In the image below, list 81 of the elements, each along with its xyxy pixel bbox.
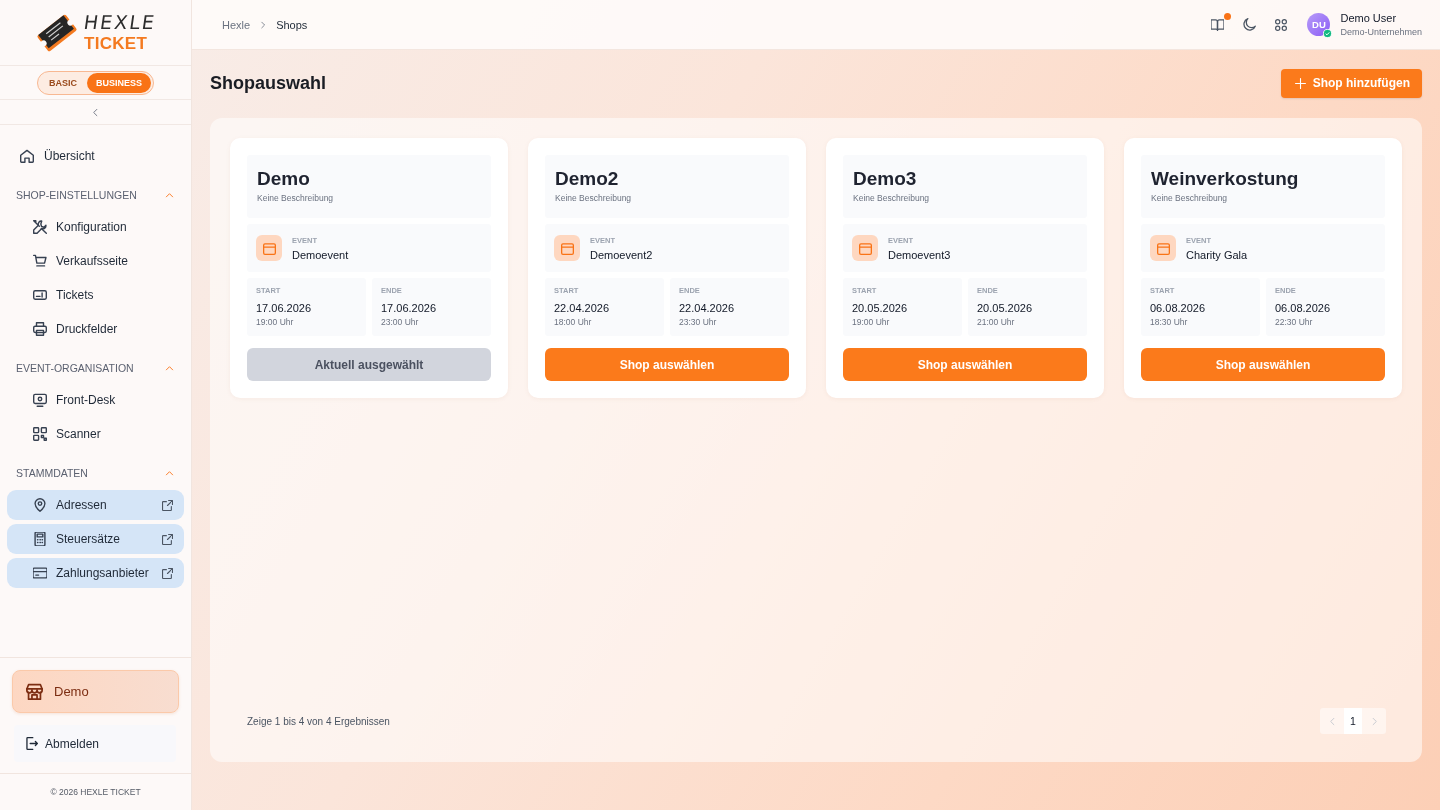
current-shop-indicator[interactable]: Aktuell ausgewählt <box>247 348 491 381</box>
nav-link[interactable]: Verkaufsseite <box>7 246 184 276</box>
monitor-icon <box>33 393 47 407</box>
start-time: 18:00 Uhr <box>554 317 593 327</box>
printer-icon <box>33 322 47 336</box>
chevron-left-icon <box>91 107 100 117</box>
nav-link[interactable]: Zahlungsanbieter <box>7 558 184 588</box>
book-icon <box>1211 18 1225 31</box>
user-name: Demo User <box>1340 12 1398 24</box>
event-name: Charity Gala <box>1186 248 1248 261</box>
calendar-icon <box>256 235 282 261</box>
event-name: Demoevent2 <box>590 248 653 261</box>
start-time: 19:00 Uhr <box>852 317 891 327</box>
results-summary: Zeige 1 bis 4 von 4 Ergebnissen <box>247 715 390 727</box>
end-date: 17.06.2026 <box>381 301 438 315</box>
end-date: 06.08.2026 <box>1275 301 1332 315</box>
section-toggle[interactable]: EVENT-ORGANISATION <box>0 353 191 383</box>
calendar-icon <box>852 235 878 261</box>
end-time: 23:00 Uhr <box>381 317 420 327</box>
user-company: Demo-Unternehmen <box>1340 27 1422 37</box>
start-time: 18:30 Uhr <box>1150 317 1189 327</box>
shop-description: Keine Beschreibung <box>1151 193 1229 203</box>
section-toggle[interactable]: STAMMDATEN <box>0 458 191 488</box>
start-date: 17.06.2026 <box>256 301 313 315</box>
end-time: 23:30 Uhr <box>679 317 718 327</box>
end-time: 22:30 Uhr <box>1275 317 1314 327</box>
chevron-left-icon <box>1327 716 1337 726</box>
qr-code-icon <box>33 427 47 441</box>
shop-name: Demo2 <box>555 167 620 190</box>
shop-description: Keine Beschreibung <box>555 193 633 203</box>
theme-toggle-button[interactable] <box>1241 16 1259 33</box>
credit-card-icon <box>33 566 47 580</box>
brand-name: HEXLE <box>82 13 158 32</box>
shop-description: Keine Beschreibung <box>853 193 931 203</box>
start-time: 19:00 Uhr <box>256 317 295 327</box>
nav-link[interactable]: Front-Desk <box>7 385 184 415</box>
logout-icon <box>25 737 38 750</box>
calendar-icon <box>554 235 580 261</box>
apps-grid-icon <box>1275 18 1288 31</box>
page-button[interactable]: 1 <box>1344 708 1362 734</box>
end-date: 20.05.2026 <box>977 301 1034 315</box>
start-date: 06.08.2026 <box>1150 301 1207 315</box>
ticket-icon <box>33 288 47 302</box>
nav-link[interactable]: Steuersätze <box>7 524 184 554</box>
section-toggle[interactable]: SHOP-EINSTELLUNGEN <box>0 180 191 210</box>
current-shop-button[interactable]: Demo <box>12 670 179 713</box>
location-pin-icon <box>33 498 47 512</box>
shop-description: Keine Beschreibung <box>257 193 335 203</box>
shop-name: Demo3 <box>853 167 918 190</box>
shop-name: Demo <box>257 167 311 190</box>
brand-subtitle: TICKET <box>84 35 149 52</box>
nav-link[interactable]: Tickets <box>7 280 184 310</box>
nav-link[interactable]: Adressen <box>7 490 184 520</box>
nav-link[interactable]: Druckfelder <box>7 314 184 344</box>
start-date: 20.05.2026 <box>852 301 909 315</box>
end-time: 21:00 Uhr <box>977 317 1016 327</box>
store-icon <box>26 683 43 700</box>
start-date: 22.04.2026 <box>554 301 611 315</box>
plus-icon <box>1294 77 1306 89</box>
nav-link[interactable]: Übersicht <box>7 141 184 171</box>
end-date: 22.04.2026 <box>679 301 736 315</box>
event-name: Demoevent <box>292 248 349 261</box>
home-icon <box>20 149 34 163</box>
logout-button[interactable]: Abmelden <box>14 725 176 762</box>
avatar-initials: DU <box>1312 19 1326 30</box>
copyright-text: © 2026 HEXLE TICKET <box>50 787 141 797</box>
event-name: Demoevent3 <box>888 248 951 261</box>
breadcrumb-current: Shops <box>276 18 308 31</box>
calendar-icon <box>1150 235 1176 261</box>
nav-link[interactable]: Scanner <box>7 419 184 449</box>
cart-icon <box>33 254 47 268</box>
tools-icon <box>33 220 47 234</box>
moon-icon <box>1243 18 1257 31</box>
nav-link[interactable]: Konfiguration <box>7 212 184 242</box>
breadcrumb-link[interactable]: Hexle <box>222 18 251 31</box>
apps-button[interactable] <box>1273 16 1290 33</box>
chevron-right-icon <box>259 20 268 29</box>
shop-name: Weinverkostung <box>1151 167 1300 190</box>
calculator-icon <box>33 532 47 546</box>
page-title: Shopauswahl <box>210 72 326 94</box>
plan-option[interactable]: BASIC <box>39 72 87 93</box>
